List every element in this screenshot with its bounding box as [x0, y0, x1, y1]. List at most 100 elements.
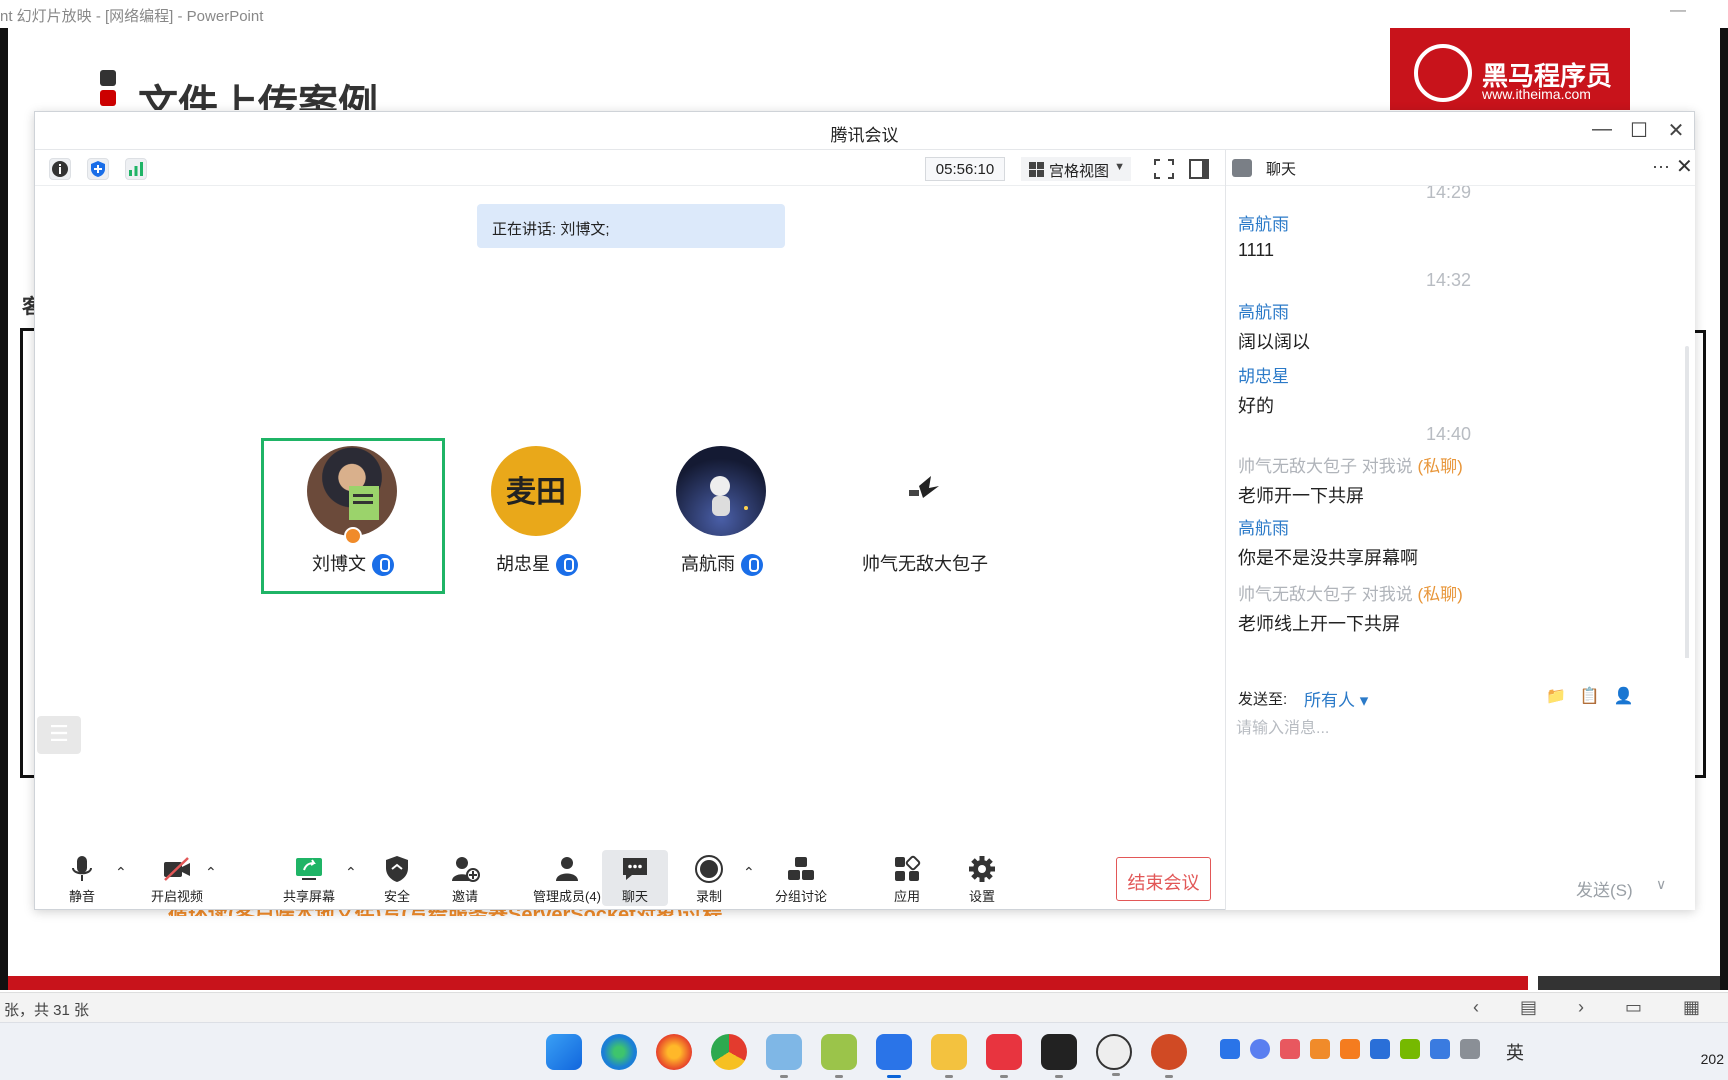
maximize-button[interactable]: ☐: [1627, 118, 1651, 143]
tray-circle-icon[interactable]: [1250, 1039, 1270, 1059]
app-icon-green[interactable]: [821, 1034, 857, 1078]
participant-tile[interactable]: 刘博文: [261, 438, 445, 594]
ime-indicator[interactable]: 英: [1506, 1039, 1524, 1065]
message-text: 阔以阔以: [1238, 332, 1310, 352]
send-to-label: 发送至:: [1238, 691, 1288, 708]
avatar: [307, 446, 397, 536]
participant-name: 刘博文: [264, 550, 442, 577]
chat-scrollbar[interactable]: [1685, 346, 1689, 658]
tray-red-icon[interactable]: [1280, 1039, 1300, 1059]
tray-blue-icon[interactable]: [1370, 1039, 1390, 1059]
send-options-icon[interactable]: ∨: [1656, 876, 1666, 893]
powerpoint-icon[interactable]: [1151, 1034, 1187, 1078]
participant-name-text: 胡忠星: [496, 554, 550, 574]
message-text: 1111: [1238, 240, 1275, 260]
tray-flag-icon[interactable]: [1310, 1039, 1330, 1059]
chat-header: 聊天 ··· ✕: [1226, 150, 1695, 186]
slide-title-bullet: [100, 70, 116, 106]
xmind-icon[interactable]: [986, 1034, 1022, 1078]
tray-nvidia-icon[interactable]: [1400, 1039, 1420, 1059]
chat-messages[interactable]: 14:29 高航雨 1111 14:32 高航雨 阔以阔以 胡忠星 好的 14:…: [1226, 186, 1690, 658]
announcement-icon[interactable]: 📋: [1580, 688, 1614, 705]
chevron-up-icon[interactable]: ⌃: [205, 864, 217, 881]
close-chat-icon[interactable]: ✕: [1676, 154, 1693, 179]
microphone-icon[interactable]: [1460, 1039, 1480, 1059]
settings-button[interactable]: 设置: [962, 850, 1002, 905]
breakout-button[interactable]: 分组讨论: [771, 850, 831, 905]
chevron-up-icon[interactable]: ⌃: [743, 864, 755, 881]
tray-orange-icon[interactable]: [1340, 1039, 1360, 1059]
participant-tile[interactable]: 帅气无敌大包子: [815, 438, 1035, 594]
end-meeting-button[interactable]: 结束会议: [1116, 857, 1211, 901]
message-text: 你是不是没共享屏幕啊: [1238, 548, 1418, 568]
meeting-title: 腾讯会议: [830, 126, 899, 145]
minimize-button[interactable]: —: [1590, 118, 1614, 141]
edge-icon[interactable]: [601, 1034, 637, 1070]
chat-title: 聊天: [1266, 161, 1297, 178]
slide-red-bar: [8, 976, 1528, 990]
paint-icon[interactable]: [766, 1034, 802, 1078]
powerpoint-minimize-button[interactable]: —: [1670, 2, 1686, 20]
chat-panel: 聊天 ··· ✕ 14:29 高航雨 1111 14:32 高航雨 阔以阔以 胡…: [1225, 150, 1695, 910]
apps-icon: [892, 854, 922, 884]
security-button[interactable]: 安全: [377, 850, 417, 905]
chat-icon: [1232, 159, 1252, 177]
chat-icon: [620, 854, 650, 884]
tencent-meeting-icon[interactable]: [876, 1034, 912, 1078]
meeting-title-bar: 腾讯会议 — ☐ ✕: [35, 112, 1694, 150]
invite-button[interactable]: 邀请: [445, 850, 485, 905]
gear-icon: [967, 854, 997, 884]
participant-tile[interactable]: 高航雨: [630, 438, 814, 594]
chat-button[interactable]: 聊天: [602, 850, 668, 906]
apps-button[interactable]: 应用: [887, 850, 927, 905]
bluetooth-icon[interactable]: [1430, 1039, 1450, 1059]
info-icon[interactable]: [49, 158, 71, 180]
record-button[interactable]: 录制: [689, 850, 729, 905]
message-recipient: 对我说: [1361, 585, 1413, 604]
start-icon[interactable]: [546, 1034, 582, 1070]
mute-button[interactable]: 静音: [55, 850, 109, 905]
view-mode-dropdown[interactable]: 宫格视图 ▼: [1021, 157, 1131, 181]
close-button[interactable]: ✕: [1664, 118, 1688, 143]
message-text: 好的: [1238, 396, 1274, 416]
chevron-up-icon[interactable]: ⌃: [345, 864, 357, 881]
meeting-controls: 静音 ⌃ 开启视频 ⌃ 共享屏幕 ⌃ 安全 邀请 管理成员(4) 聊天 录制 ⌃…: [35, 850, 1225, 910]
host-badge-icon: [344, 527, 362, 545]
send-button[interactable]: 发送(S): [1576, 876, 1633, 901]
powerpoint-window-title: nt 幻灯片放映 - [网络编程] - PowerPoint: [0, 8, 264, 25]
file-explorer-icon[interactable]: [931, 1034, 967, 1078]
send-to-dropdown[interactable]: 所有人 ▾: [1304, 686, 1368, 711]
powerpoint-title-bar: nt 幻灯片放映 - [网络编程] - PowerPoint —: [0, 0, 1728, 28]
signal-icon[interactable]: [125, 158, 147, 180]
intellij-icon[interactable]: [1041, 1034, 1077, 1078]
member-list-icon[interactable]: ☰: [37, 716, 81, 754]
microphone-icon: [741, 554, 763, 577]
folder-icon[interactable]: 📁: [1546, 688, 1580, 705]
fullscreen-icon[interactable]: [1152, 157, 1176, 181]
tray-meeting-icon[interactable]: [1220, 1039, 1240, 1059]
more-icon[interactable]: ···: [1652, 156, 1670, 177]
chrome-icon[interactable]: [711, 1034, 747, 1070]
clock-app-icon[interactable]: [1096, 1034, 1132, 1076]
message-sender: 胡忠星: [1238, 367, 1289, 386]
powerpoint-status-bar: 张，共 31 张 ‹ ▤ › ▭ ▦: [0, 992, 1728, 1022]
participant-tile[interactable]: 麦田 胡忠星: [445, 438, 629, 594]
microphone-icon: [556, 554, 578, 577]
participant-name-text: 高航雨: [681, 554, 735, 574]
firefox-icon[interactable]: [656, 1034, 692, 1070]
message-sender: 高航雨: [1238, 215, 1289, 234]
shield-icon[interactable]: [87, 158, 109, 180]
sidebar-toggle-icon[interactable]: [1187, 157, 1211, 181]
avatar: [676, 446, 766, 536]
video-button[interactable]: 开启视频: [139, 850, 215, 905]
chevron-up-icon[interactable]: ⌃: [115, 864, 127, 881]
share-screen-button[interactable]: 共享屏幕: [277, 850, 341, 905]
view-controls[interactable]: ‹ ▤ › ▭ ▦: [1473, 997, 1718, 1018]
taskbar-clock[interactable]: 202: [1701, 1051, 1724, 1067]
chat-input[interactable]: [1236, 714, 1676, 824]
user-permission-icon[interactable]: 👤: [1614, 688, 1648, 705]
taskbar: 英 202: [0, 1022, 1728, 1080]
message-sender: 帅气无敌大包子: [1238, 457, 1357, 476]
message-sender: 高航雨: [1238, 303, 1289, 322]
participant-name: 胡忠星: [445, 550, 629, 577]
